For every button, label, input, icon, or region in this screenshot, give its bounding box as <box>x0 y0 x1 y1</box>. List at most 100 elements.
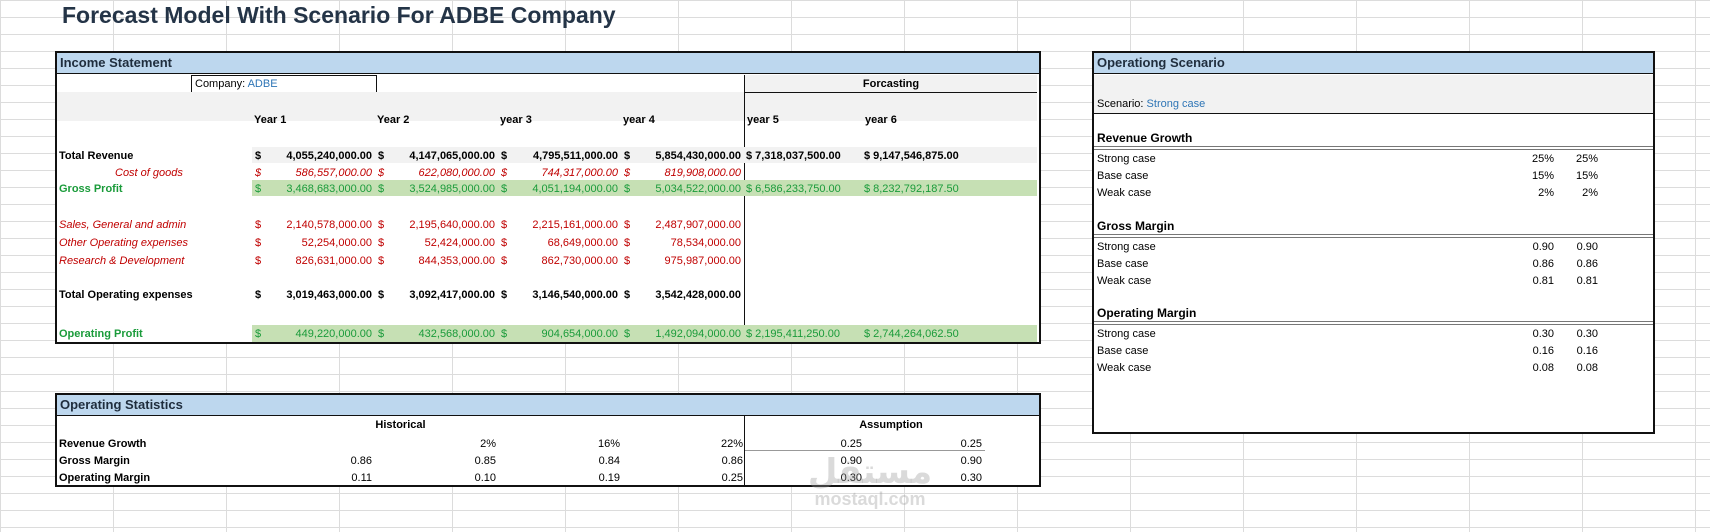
cell-cost-of-goods-4[interactable]: $819,908,000.00 <box>624 166 741 180</box>
cell-gross-profit-2[interactable]: $3,524,985,000.00 <box>378 182 495 196</box>
scenario-row-label: Strong case <box>1097 241 1156 253</box>
scenario-value-2[interactable]: 0.30 <box>1518 327 1598 341</box>
currency-symbol: $ <box>624 219 631 231</box>
cell-sga-4[interactable]: $2,487,907,000.00 <box>624 218 741 232</box>
company-box[interactable]: Company: ADBE <box>191 75 377 93</box>
cell-operating-profit-2[interactable]: $432,568,000.00 <box>378 327 495 341</box>
currency-symbol: $ <box>378 289 385 301</box>
cell-operating-profit-4[interactable]: $1,492,094,000.00 <box>624 327 741 341</box>
cell-value: 3,019,463,000.00 <box>286 289 372 301</box>
scenario-selector[interactable]: Scenario: Strong case <box>1097 97 1205 111</box>
cell-value: 1,492,094,000.00 <box>655 328 741 340</box>
stats-cell[interactable]: 2% <box>386 437 496 451</box>
scenario-value-2[interactable]: 25% <box>1518 152 1598 166</box>
cell-sga-3[interactable]: $2,215,161,000.00 <box>501 218 618 232</box>
scenario-row-label: Weak case <box>1097 187 1152 199</box>
cell-gross-profit-4[interactable]: $5,034,522,000.00 <box>624 182 741 196</box>
assumption-underline <box>745 450 985 451</box>
cell-rnd-4[interactable]: $975,987,000.00 <box>624 254 741 268</box>
cell-cost-of-goods-3[interactable]: $744,317,000.00 <box>501 166 618 180</box>
income-statement-header: Income Statement <box>57 53 1039 74</box>
cell-rnd-1[interactable]: $826,631,000.00 <box>255 254 372 268</box>
currency-symbol: $ <box>378 237 385 249</box>
currency-symbol: $ <box>501 328 508 340</box>
cell-rnd-2[interactable]: $844,353,000.00 <box>378 254 495 268</box>
section-rule <box>1094 237 1653 238</box>
stats-cell[interactable]: 16% <box>510 437 620 451</box>
cell-operating-profit-6[interactable]: $2,744,264,062.50 <box>864 327 981 341</box>
stats-cell[interactable]: 0.85 <box>386 454 496 468</box>
stats-cell[interactable]: 0.19 <box>510 471 620 485</box>
cell-gross-profit-6[interactable]: $8,232,792,187.50 <box>864 182 981 196</box>
stats-cell[interactable]: 22% <box>633 437 743 451</box>
scenario-row-label: Strong case <box>1097 153 1156 165</box>
currency-symbol: $ <box>255 167 262 179</box>
cell-other-opex-2[interactable]: $52,424,000.00 <box>378 236 495 250</box>
currency-symbol: $ <box>501 219 508 231</box>
operating-statistics-header: Operating Statistics <box>57 395 1039 416</box>
cell-cost-of-goods-2[interactable]: $622,080,000.00 <box>378 166 495 180</box>
cell-total-revenue-3[interactable]: $4,795,511,000.00 <box>501 149 618 163</box>
scenario-value-2[interactable]: 15% <box>1518 169 1598 183</box>
cell-total-opex-4[interactable]: $3,542,428,000.00 <box>624 288 741 302</box>
cell-total-revenue-5[interactable]: $7,318,037,500.00 <box>746 149 863 163</box>
scenario-value-2[interactable]: 0.90 <box>1518 240 1598 254</box>
currency-symbol: $ <box>255 237 262 249</box>
cell-value: 2,195,640,000.00 <box>409 219 495 231</box>
cell-other-opex-3[interactable]: $68,649,000.00 <box>501 236 618 250</box>
cell-total-revenue-4[interactable]: $5,854,430,000.00 <box>624 149 741 163</box>
cell-value: 3,092,417,000.00 <box>409 289 495 301</box>
cell-gross-profit-3[interactable]: $4,051,194,000.00 <box>501 182 618 196</box>
scenario-value-2[interactable]: 0.81 <box>1518 274 1598 288</box>
row-label-sga: Sales, General and admin <box>59 219 187 231</box>
cell-sga-1[interactable]: $2,140,578,000.00 <box>255 218 372 232</box>
cell-gross-profit-5[interactable]: $6,586,233,750.00 <box>746 182 863 196</box>
year-header-4: year 4 <box>623 114 655 126</box>
row-label-gross-profit: Gross Profit <box>59 183 123 195</box>
scenario-value-2[interactable]: 0.86 <box>1518 257 1598 271</box>
scenario-value-2[interactable]: 0.16 <box>1518 344 1598 358</box>
historical-label: Historical <box>375 419 426 431</box>
cell-total-opex-2[interactable]: $3,092,417,000.00 <box>378 288 495 302</box>
cell-total-opex-1[interactable]: $3,019,463,000.00 <box>255 288 372 302</box>
scenario-row-label: Weak case <box>1097 275 1152 287</box>
cell-other-opex-4[interactable]: $78,534,000.00 <box>624 236 741 250</box>
stats-cell[interactable]: 0.86 <box>262 454 372 468</box>
cell-rnd-3[interactable]: $862,730,000.00 <box>501 254 618 268</box>
cell-operating-profit-5[interactable]: $2,195,411,250.00 <box>746 327 863 341</box>
row-label-total-revenue: Total Revenue <box>59 150 134 162</box>
scenario-value-2[interactable]: 2% <box>1518 186 1598 200</box>
stats-cell[interactable]: 0.86 <box>633 454 743 468</box>
cell-other-opex-1[interactable]: $52,254,000.00 <box>255 236 372 250</box>
stats-cell[interactable]: 0.25 <box>872 437 982 451</box>
cell-sga-2[interactable]: $2,195,640,000.00 <box>378 218 495 232</box>
cell-value: 826,631,000.00 <box>295 255 372 267</box>
currency-symbol: $ <box>378 167 385 179</box>
cell-operating-profit-1[interactable]: $449,220,000.00 <box>255 327 372 341</box>
cell-value: 2,215,161,000.00 <box>532 219 618 231</box>
stats-cell[interactable]: 0.10 <box>386 471 496 485</box>
row-label-total-opex: Total Operating expenses <box>59 289 193 301</box>
stats-cell[interactable]: 0.25 <box>752 437 862 451</box>
cell-total-opex-3[interactable]: $3,146,540,000.00 <box>501 288 618 302</box>
cell-cost-of-goods-1[interactable]: $586,557,000.00 <box>255 166 372 180</box>
cell-value: 4,147,065,000.00 <box>409 150 495 162</box>
currency-symbol: $ <box>746 328 753 340</box>
cell-value: 4,055,240,000.00 <box>286 150 372 162</box>
row-label-operating-profit: Operating Profit <box>59 328 143 340</box>
stats-cell[interactable]: 0.84 <box>510 454 620 468</box>
currency-symbol: $ <box>501 289 508 301</box>
currency-symbol: $ <box>378 219 385 231</box>
stats-cell[interactable]: 0.25 <box>633 471 743 485</box>
scenario-value: Strong case <box>1146 98 1206 110</box>
cell-total-revenue-1[interactable]: $4,055,240,000.00 <box>255 149 372 163</box>
cell-total-revenue-6[interactable]: $9,147,546,875.00 <box>864 149 981 163</box>
currency-symbol: $ <box>378 328 385 340</box>
stats-cell[interactable]: 0.11 <box>262 471 372 485</box>
cell-total-revenue-2[interactable]: $4,147,065,000.00 <box>378 149 495 163</box>
cell-gross-profit-1[interactable]: $3,468,683,000.00 <box>255 182 372 196</box>
cell-value: 819,908,000.00 <box>664 167 741 179</box>
cell-value: 68,649,000.00 <box>547 237 618 249</box>
scenario-value-2[interactable]: 0.08 <box>1518 361 1598 375</box>
cell-operating-profit-3[interactable]: $904,654,000.00 <box>501 327 618 341</box>
